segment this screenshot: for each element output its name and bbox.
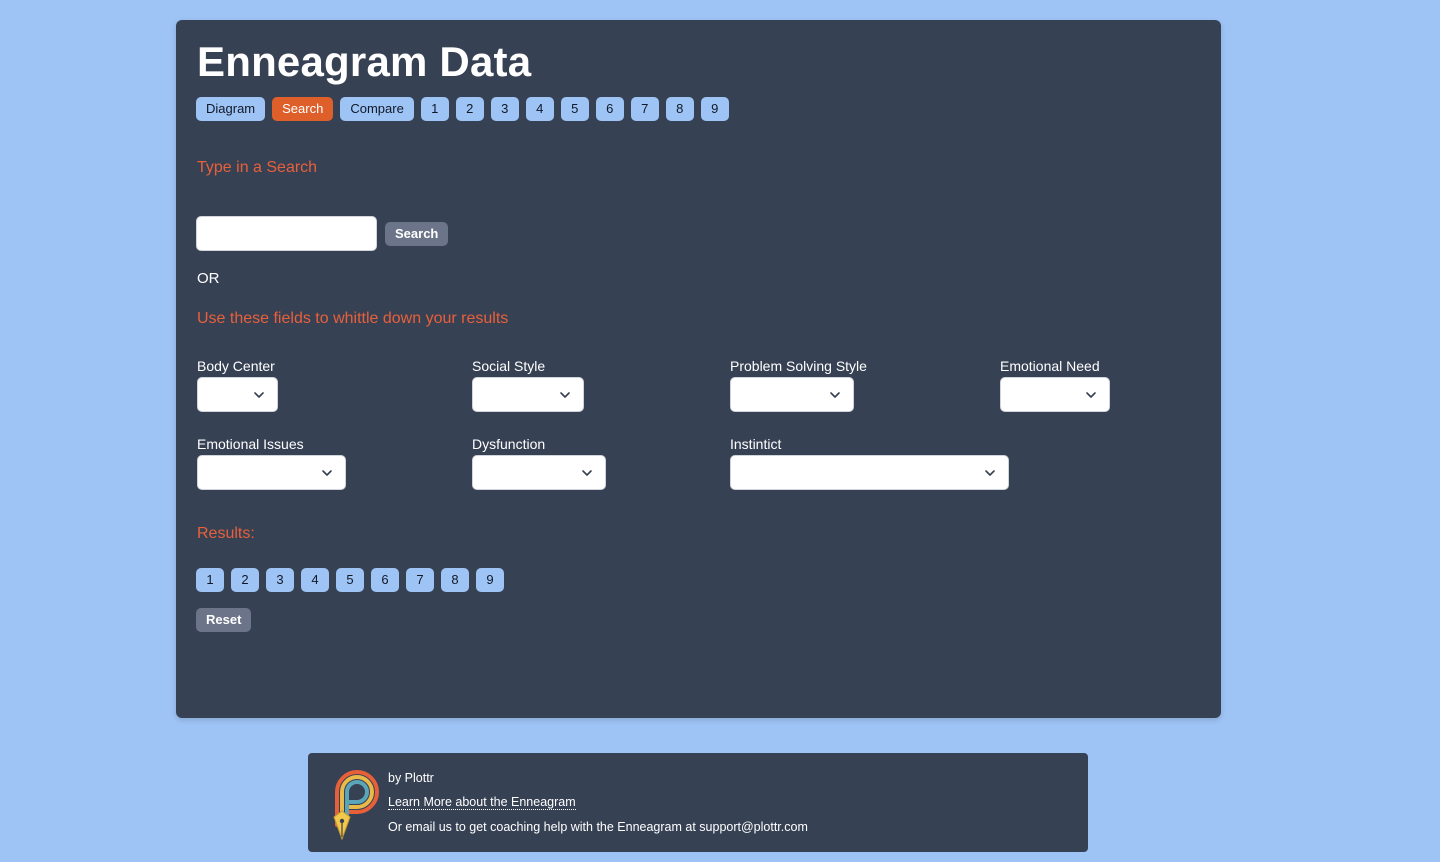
footer-email-line: Or email us to get coaching help with th…	[388, 820, 808, 834]
filter-label: Instintict	[730, 436, 782, 452]
nav-type-3-button[interactable]: 3	[490, 97, 519, 121]
filter-problem-solving-style: Problem Solving Style	[730, 358, 867, 412]
result-type-7-button[interactable]: 7	[406, 568, 434, 592]
result-type-2-button[interactable]: 2	[231, 568, 259, 592]
result-type-3-button[interactable]: 3	[266, 568, 294, 592]
chevron-down-icon	[322, 470, 332, 476]
social-style-select[interactable]	[472, 377, 584, 412]
result-type-6-button[interactable]: 6	[371, 568, 399, 592]
filters-prompt: Use these fields to whittle down your re…	[197, 310, 509, 327]
page-title: Enneagram Data	[197, 38, 532, 85]
chevron-down-icon	[985, 470, 995, 476]
filter-label: Dysfunction	[472, 436, 546, 452]
footer-by-line: by Plottr	[388, 771, 434, 785]
plottr-logo-icon	[333, 770, 379, 841]
filter-label: Problem Solving Style	[730, 358, 867, 374]
chevron-down-icon	[830, 392, 840, 398]
results-list: 1 2 3 4 5 6 7 8 9	[196, 568, 504, 592]
emotional-issues-select[interactable]	[197, 455, 346, 490]
emotional-need-select[interactable]	[1000, 377, 1110, 412]
result-type-1-button[interactable]: 1	[196, 568, 224, 592]
footer: by Plottr Learn More about the Enneagram…	[308, 753, 1088, 852]
filter-emotional-need: Emotional Need	[1000, 358, 1110, 412]
main-card: Enneagram Data Diagram Search Compare 1 …	[176, 20, 1221, 718]
result-type-8-button[interactable]: 8	[441, 568, 469, 592]
filter-body-center: Body Center	[197, 358, 278, 412]
instinct-select[interactable]	[730, 455, 1009, 490]
filter-label: Body Center	[197, 358, 275, 374]
nav-type-4-button[interactable]: 4	[525, 97, 554, 121]
chevron-down-icon	[582, 470, 592, 476]
filter-dysfunction: Dysfunction	[472, 436, 606, 490]
chevron-down-icon	[254, 392, 264, 398]
search-prompt: Type in a Search	[197, 159, 318, 176]
dysfunction-select[interactable]	[472, 455, 606, 490]
search-input[interactable]	[196, 216, 377, 251]
result-type-4-button[interactable]: 4	[301, 568, 329, 592]
filter-social-style: Social Style	[472, 358, 584, 412]
filter-label: Social Style	[472, 358, 546, 374]
tab-compare[interactable]: Compare	[340, 97, 414, 121]
nav-type-8-button[interactable]: 8	[665, 97, 694, 121]
nav-type-7-button[interactable]: 7	[630, 97, 659, 121]
filter-label: Emotional Need	[1000, 358, 1100, 374]
or-separator: OR	[197, 270, 220, 287]
problem-solving-style-select[interactable]	[730, 377, 854, 412]
filter-instinct: Instintict	[730, 436, 1009, 490]
chevron-down-icon	[560, 392, 570, 398]
nav-type-6-button[interactable]: 6	[595, 97, 624, 121]
result-type-5-button[interactable]: 5	[336, 568, 364, 592]
reset-button[interactable]: Reset	[196, 608, 252, 632]
nav-type-2-button[interactable]: 2	[455, 97, 484, 121]
results-label: Results:	[197, 525, 255, 542]
top-nav: Diagram Search Compare 1 2 3 4 5 6 7 8 9	[196, 97, 729, 121]
filter-emotional-issues: Emotional Issues	[197, 436, 346, 490]
body-center-select[interactable]	[197, 377, 278, 412]
nav-type-9-button[interactable]: 9	[700, 97, 729, 121]
nav-type-1-button[interactable]: 1	[420, 97, 449, 121]
result-type-9-button[interactable]: 9	[476, 568, 504, 592]
learn-more-link[interactable]: Learn More about the Enneagram	[388, 795, 576, 810]
footer-learn-wrapper: Learn More about the Enneagram	[388, 795, 576, 810]
chevron-down-icon	[1086, 392, 1096, 398]
tab-diagram[interactable]: Diagram	[196, 97, 266, 121]
filter-label: Emotional Issues	[197, 436, 304, 452]
nav-type-5-button[interactable]: 5	[560, 97, 589, 121]
search-button[interactable]: Search	[385, 222, 449, 246]
tab-search[interactable]: Search	[272, 97, 334, 121]
